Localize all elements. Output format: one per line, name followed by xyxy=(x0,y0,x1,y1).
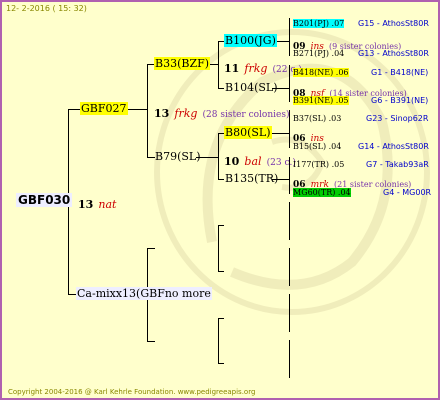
gen4-code-7: G4 - MG00R xyxy=(383,188,432,197)
gen1-bottom-label[interactable]: Ca-mixx13(GBFno more xyxy=(76,287,212,300)
copyright-footer: Copyright 2004-2016 @ Karl Kehrle Founda… xyxy=(8,388,256,396)
tree-line xyxy=(147,248,155,249)
tree-line xyxy=(218,363,224,364)
root-num: 13 xyxy=(78,198,94,211)
gen4-code-2: G1 - B418(NE) xyxy=(371,68,429,77)
gen4-label-6[interactable]: I177(TR) .05 xyxy=(293,160,344,169)
gen3-c-label[interactable]: B80(SL) xyxy=(224,126,272,139)
gen4-label-2[interactable]: B418(NE) .06 xyxy=(293,68,349,77)
gen2-a-code: frkg xyxy=(244,62,268,75)
tree-line xyxy=(218,225,219,271)
gen4-label-4[interactable]: B37(SL) .03 xyxy=(293,114,341,123)
root-info: 13 nat xyxy=(78,193,116,212)
gen1-mid-note: (28 sister colonies) xyxy=(202,110,290,120)
gen4-code-3: G6 - B391(NE) xyxy=(371,96,429,105)
gen4-label-5[interactable]: B15(SL) .04 xyxy=(293,142,341,151)
gen4-code-4: G23 - Sinop62R xyxy=(366,114,429,123)
gen2-a-label[interactable]: B33(BZF) xyxy=(154,57,211,70)
gen3-a-label[interactable]: B100(JG) xyxy=(224,34,277,47)
gen2-a-num: 11 xyxy=(224,62,240,75)
gen4-label-7[interactable]: MG60(TR) .04 xyxy=(293,188,351,197)
tree-line xyxy=(289,202,290,240)
gen3-d-label[interactable]: B135(TR) xyxy=(224,172,279,185)
tree-line xyxy=(147,341,155,342)
gen4-code-5: G14 - AthosSt80R xyxy=(358,142,429,151)
gen4-label-3[interactable]: B391(NE) .05 xyxy=(293,96,349,105)
gen2-b-info: 10 bal (23 c.) xyxy=(224,150,296,169)
tree-line xyxy=(289,340,290,378)
tree-line xyxy=(289,18,290,56)
gen1-mid-info: 13 frkg (28 sister colonies) xyxy=(154,102,289,121)
pedigree-frame: 12- 2-2016 ( 15: 32) GBF030 13 nat GBF02… xyxy=(0,0,440,400)
gen3-b-label[interactable]: B104(SL) xyxy=(224,81,279,94)
gen1-mid-num: 13 xyxy=(154,107,170,120)
gen2-b-num: 10 xyxy=(224,155,240,168)
gen4-code-0: G15 - AthosSt80R xyxy=(358,19,429,28)
tree-line xyxy=(289,248,290,286)
gen4-label-1[interactable]: B271(PJ) .04 xyxy=(293,49,344,58)
gen4-label-0[interactable]: B201(PJ) .07 xyxy=(293,19,345,28)
tree-line xyxy=(126,109,148,110)
gen2-b-note: (23 c.) xyxy=(266,158,296,168)
gen4-code-1: G13 - AthosSt80R xyxy=(358,49,429,58)
tree-line xyxy=(289,294,290,332)
gen1-bottom-text: Ca-mixx13(GBF xyxy=(77,287,165,300)
gen1-top-label[interactable]: GBF027 xyxy=(80,102,128,115)
root-code: nat xyxy=(98,198,117,211)
date-stamp: 12- 2-2016 ( 15: 32) xyxy=(6,4,87,13)
tree-line xyxy=(147,64,148,157)
tree-line xyxy=(218,225,224,226)
gen2-b-code: bal xyxy=(244,155,262,168)
gen2-a-info: 11 frkg (22 c.) xyxy=(224,57,302,76)
gen2-b-label[interactable]: B79(SL) xyxy=(154,150,202,163)
tree-line xyxy=(218,318,219,364)
gen4-code-6: G7 - Takab93aR xyxy=(366,160,429,169)
tree-line xyxy=(68,109,80,110)
no-more-text: no more xyxy=(164,287,211,300)
gen1-mid-code: frkg xyxy=(174,107,198,120)
root-colony-label[interactable]: GBF030 xyxy=(16,193,73,207)
tree-line xyxy=(68,294,76,295)
tree-line xyxy=(218,271,224,272)
tree-line xyxy=(218,318,224,319)
